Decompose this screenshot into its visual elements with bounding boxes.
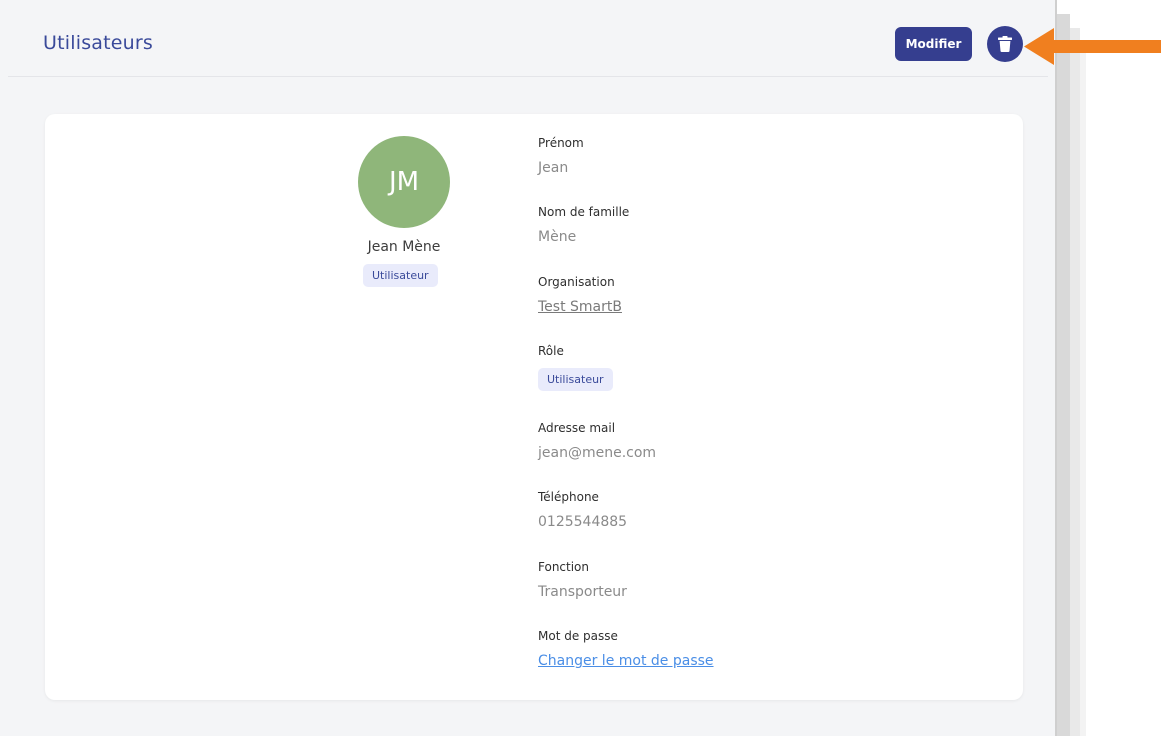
edit-button[interactable]: Modifier	[895, 27, 972, 61]
field-label: Mot de passe	[538, 629, 618, 643]
field-label: Organisation	[538, 275, 615, 289]
page-title: Utilisateurs	[43, 32, 154, 54]
field-value: Mène	[538, 229, 577, 245]
field-label: Rôle	[538, 344, 564, 358]
field-role: Rôle Utilisateur	[538, 344, 998, 391]
avatar: JM	[358, 136, 450, 228]
window-shadow-faint	[1080, 40, 1086, 736]
trash-icon	[998, 36, 1012, 52]
field-email: Adresse mail jean@mene.com	[538, 421, 998, 461]
change-password-link[interactable]: Changer le mot de passe	[538, 653, 998, 669]
window-shadow-outer	[1070, 28, 1080, 736]
field-value: Jean	[538, 160, 569, 176]
field-phone: Téléphone 0125544885	[538, 490, 998, 530]
user-detail-window: Utilisateurs Modifier JM Jean Mène Utili…	[0, 0, 1055, 736]
field-organization: Organisation Test SmartB	[538, 275, 998, 315]
role-badge: Utilisateur	[538, 368, 613, 391]
delete-button[interactable]	[987, 26, 1023, 62]
field-value: 0125544885	[538, 514, 628, 530]
field-last-name: Nom de famille Mène	[538, 205, 998, 245]
user-full-name: Jean Mène	[367, 239, 441, 255]
screenshot-stage: Utilisateurs Modifier JM Jean Mène Utili…	[0, 0, 1161, 736]
field-value: Transporteur	[538, 584, 627, 600]
window-shadow	[1056, 14, 1070, 736]
field-label: Prénom	[538, 136, 584, 150]
field-label: Nom de famille	[538, 205, 630, 219]
field-password: Mot de passe Changer le mot de passe	[538, 629, 998, 669]
field-label: Téléphone	[538, 490, 599, 504]
page-header: Utilisateurs Modifier	[8, 8, 1048, 77]
profile-role-badge-wrap: Utilisateur	[363, 264, 438, 287]
annotation-arrow-icon	[1024, 28, 1161, 65]
profile-role-badge: Utilisateur	[363, 264, 438, 287]
organization-link[interactable]: Test SmartB	[538, 299, 998, 315]
field-function: Fonction Transporteur	[538, 560, 998, 600]
field-label: Adresse mail	[538, 421, 616, 435]
user-profile-card: JM Jean Mène Utilisateur Prénom Jean Nom…	[45, 114, 1023, 700]
field-first-name: Prénom Jean	[538, 136, 998, 176]
field-value: jean@mene.com	[538, 445, 657, 461]
field-label: Fonction	[538, 560, 590, 574]
